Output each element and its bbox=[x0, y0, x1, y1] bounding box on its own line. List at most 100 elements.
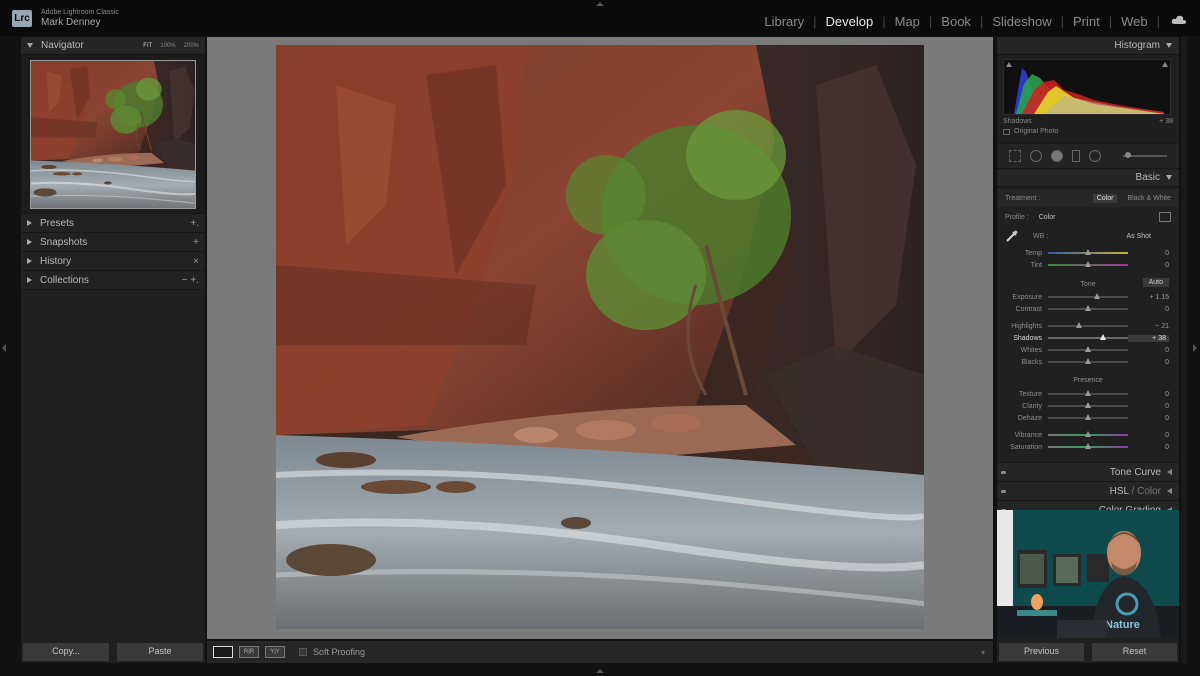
blacks-slider[interactable] bbox=[1048, 358, 1128, 364]
clear-history-button[interactable]: × bbox=[193, 256, 199, 267]
vibrance-knob[interactable] bbox=[1085, 431, 1091, 437]
shadows-slider[interactable] bbox=[1048, 334, 1128, 340]
shadows-value[interactable]: + 38 bbox=[1128, 334, 1169, 342]
treatment-bw-button[interactable]: Black & White bbox=[1127, 195, 1171, 202]
cloud-sync-icon[interactable] bbox=[1171, 15, 1187, 25]
contrast-value[interactable]: 0 bbox=[1128, 306, 1169, 313]
contrast-slider[interactable] bbox=[1048, 305, 1128, 311]
exposure-slider[interactable] bbox=[1048, 293, 1128, 299]
contrast-knob[interactable] bbox=[1085, 305, 1091, 311]
main-photo[interactable] bbox=[276, 45, 924, 629]
module-library[interactable]: Library bbox=[755, 14, 813, 29]
loupe-view-button[interactable] bbox=[213, 646, 233, 658]
module-slideshow[interactable]: Slideshow bbox=[983, 14, 1060, 29]
before-after-view-button[interactable]: R|R bbox=[239, 646, 259, 658]
collections-header[interactable]: Collections − +. bbox=[21, 271, 205, 290]
saturation-slider[interactable] bbox=[1048, 443, 1128, 449]
dehaze-slider[interactable] bbox=[1048, 414, 1128, 420]
temp-slider[interactable] bbox=[1048, 249, 1128, 255]
collapse-filmstrip-icon[interactable] bbox=[596, 669, 604, 673]
whites-knob[interactable] bbox=[1085, 346, 1091, 352]
shadows-knob[interactable] bbox=[1100, 334, 1107, 340]
tint-value[interactable]: 0 bbox=[1128, 262, 1169, 269]
module-book[interactable]: Book bbox=[932, 14, 980, 29]
navigator-header[interactable]: Navigator FIT 100% 200% bbox=[21, 37, 205, 55]
basic-header[interactable]: Basic bbox=[997, 169, 1179, 187]
masking-icon[interactable] bbox=[1072, 150, 1080, 162]
tool-strip-slider[interactable] bbox=[1123, 152, 1167, 158]
zoom-100[interactable]: 100% bbox=[160, 43, 175, 49]
before-after-split-button[interactable]: Y|Y bbox=[265, 646, 285, 658]
temp-value[interactable]: 0 bbox=[1128, 250, 1169, 257]
panel-switch-icon[interactable] bbox=[1001, 471, 1006, 474]
exposure-value[interactable]: + 1.15 bbox=[1128, 294, 1169, 301]
module-web[interactable]: Web bbox=[1112, 14, 1157, 29]
treatment-color-button[interactable]: Color bbox=[1092, 193, 1118, 203]
navigator-preview[interactable] bbox=[21, 55, 205, 214]
history-header[interactable]: History × bbox=[21, 252, 205, 271]
soft-proofing-checkbox[interactable] bbox=[299, 648, 307, 656]
dehaze-value[interactable]: 0 bbox=[1128, 415, 1169, 422]
texture-knob[interactable] bbox=[1085, 390, 1091, 396]
clarity-slider[interactable] bbox=[1048, 402, 1128, 408]
zoom-200[interactable]: 200% bbox=[184, 43, 199, 49]
clarity-knob[interactable] bbox=[1085, 402, 1091, 408]
texture-value[interactable]: 0 bbox=[1128, 391, 1169, 398]
toolbar-menu-icon[interactable]: ▾ bbox=[981, 648, 985, 657]
add-snapshot-button[interactable]: + bbox=[193, 237, 199, 248]
shadow-clipping-icon[interactable] bbox=[1006, 62, 1012, 67]
clarity-value[interactable]: 0 bbox=[1128, 403, 1169, 410]
profile-browser-icon[interactable] bbox=[1159, 212, 1171, 222]
reset-button[interactable]: Reset bbox=[1092, 643, 1177, 661]
red-eye-icon[interactable] bbox=[1051, 150, 1063, 162]
collapse-top-panel-icon[interactable] bbox=[596, 2, 604, 6]
highlights-slider[interactable] bbox=[1048, 322, 1128, 328]
navigator-thumbnail[interactable] bbox=[30, 60, 196, 209]
wb-dropdown[interactable]: As Shot bbox=[1126, 233, 1151, 240]
right-panel-scrollbar[interactable] bbox=[1181, 37, 1187, 663]
collapse-right-panel-icon[interactable] bbox=[1193, 344, 1197, 352]
spot-removal-icon[interactable] bbox=[1030, 150, 1042, 162]
dehaze-knob[interactable] bbox=[1085, 414, 1091, 420]
copy-button[interactable]: Copy... bbox=[23, 643, 109, 661]
panel-switch-icon[interactable] bbox=[1001, 490, 1006, 493]
whites-value[interactable]: 0 bbox=[1128, 347, 1169, 354]
vibrance-slider[interactable] bbox=[1048, 431, 1128, 437]
blacks-knob[interactable] bbox=[1085, 358, 1091, 364]
hsl-title[interactable]: HSL bbox=[1110, 486, 1129, 497]
eyedropper-icon[interactable] bbox=[1005, 229, 1019, 243]
module-map[interactable]: Map bbox=[886, 14, 929, 29]
zoom-fit[interactable]: FIT bbox=[143, 43, 152, 49]
highlights-value[interactable]: − 21 bbox=[1128, 323, 1169, 330]
radial-filter-icon[interactable] bbox=[1089, 150, 1101, 162]
presets-header[interactable]: Presets +. bbox=[21, 214, 205, 233]
saturation-value[interactable]: 0 bbox=[1128, 444, 1169, 451]
histogram-graph[interactable] bbox=[1003, 59, 1171, 115]
temp-knob[interactable] bbox=[1085, 249, 1091, 255]
paste-button[interactable]: Paste bbox=[117, 643, 203, 661]
crop-tool-icon[interactable] bbox=[1009, 150, 1021, 162]
auto-tone-button[interactable]: Auto bbox=[1142, 278, 1169, 287]
snapshots-header[interactable]: Snapshots + bbox=[21, 233, 205, 252]
highlights-knob[interactable] bbox=[1076, 322, 1083, 328]
tone-curve-header[interactable]: Tone Curve bbox=[997, 462, 1179, 481]
saturation-knob[interactable] bbox=[1085, 443, 1091, 449]
collection-actions-button[interactable]: − +. bbox=[182, 275, 199, 286]
hsl-header[interactable]: HSL / Color bbox=[997, 481, 1179, 500]
hsl-color-title[interactable]: Color bbox=[1137, 486, 1161, 497]
tint-slider[interactable] bbox=[1048, 261, 1128, 267]
texture-slider[interactable] bbox=[1048, 390, 1128, 396]
exposure-knob[interactable] bbox=[1093, 293, 1100, 299]
module-develop[interactable]: Develop bbox=[817, 14, 883, 29]
whites-slider[interactable] bbox=[1048, 346, 1128, 352]
add-preset-button[interactable]: +. bbox=[190, 218, 199, 229]
profile-dropdown[interactable]: Color bbox=[1039, 214, 1056, 221]
tint-knob[interactable] bbox=[1085, 261, 1091, 267]
highlight-clipping-icon[interactable] bbox=[1162, 62, 1168, 67]
blacks-value[interactable]: 0 bbox=[1128, 359, 1169, 366]
collapse-left-panel-icon[interactable] bbox=[2, 344, 6, 352]
module-print[interactable]: Print bbox=[1064, 14, 1109, 29]
original-photo-toggle[interactable]: Original Photo bbox=[1003, 128, 1173, 135]
vibrance-value[interactable]: 0 bbox=[1128, 432, 1169, 439]
histogram-header[interactable]: Histogram bbox=[997, 37, 1179, 55]
